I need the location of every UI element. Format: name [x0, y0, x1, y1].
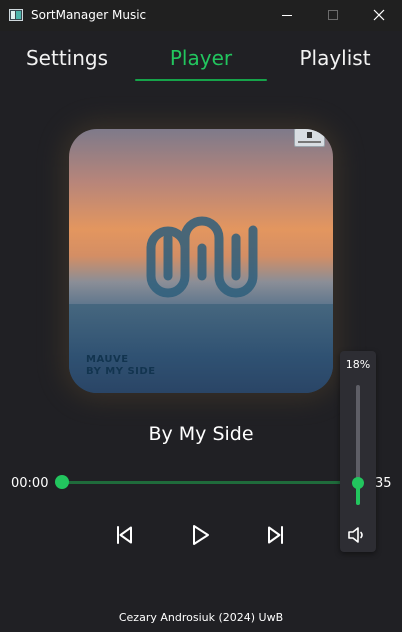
cover-badge [294, 129, 325, 147]
current-time: 00:00 [11, 476, 49, 491]
play-button[interactable] [184, 519, 216, 551]
seek-bar[interactable] [62, 481, 356, 484]
maximize-button[interactable] [310, 0, 356, 31]
close-icon [373, 9, 385, 21]
window-title: SortManager Music [31, 8, 147, 22]
close-button[interactable] [356, 0, 402, 31]
volume-icon [348, 527, 363, 543]
tab-settings[interactable]: Settings [0, 46, 134, 72]
cover-album-text: BY MY SIDE [86, 366, 156, 377]
maximize-icon [328, 10, 338, 20]
volume-percent: 18% [345, 358, 371, 371]
album-cover: MAUVE BY MY SIDE [69, 129, 333, 393]
minimize-icon [282, 15, 292, 16]
next-icon [268, 526, 283, 544]
title-bar: SortManager Music [0, 0, 402, 31]
previous-button[interactable] [108, 519, 140, 551]
previous-icon [117, 526, 132, 544]
play-icon [193, 525, 209, 545]
volume-button[interactable] [346, 525, 370, 545]
tab-player[interactable]: Player [134, 46, 268, 72]
volume-thumb[interactable] [352, 477, 364, 490]
app-icon [9, 9, 23, 21]
cover-artist-text: MAUVE [86, 354, 129, 365]
next-button[interactable] [260, 519, 292, 551]
minimize-button[interactable] [264, 0, 310, 31]
footer-credits: Cezary Androsiuk (2024) UwB [118, 611, 284, 624]
active-tab-indicator [135, 79, 267, 81]
volume-popup: 18% [340, 351, 376, 552]
artist-logo [146, 216, 258, 298]
seek-thumb[interactable] [55, 475, 69, 489]
tab-playlist[interactable]: Playlist [268, 46, 402, 72]
total-time: 35 [375, 476, 392, 491]
